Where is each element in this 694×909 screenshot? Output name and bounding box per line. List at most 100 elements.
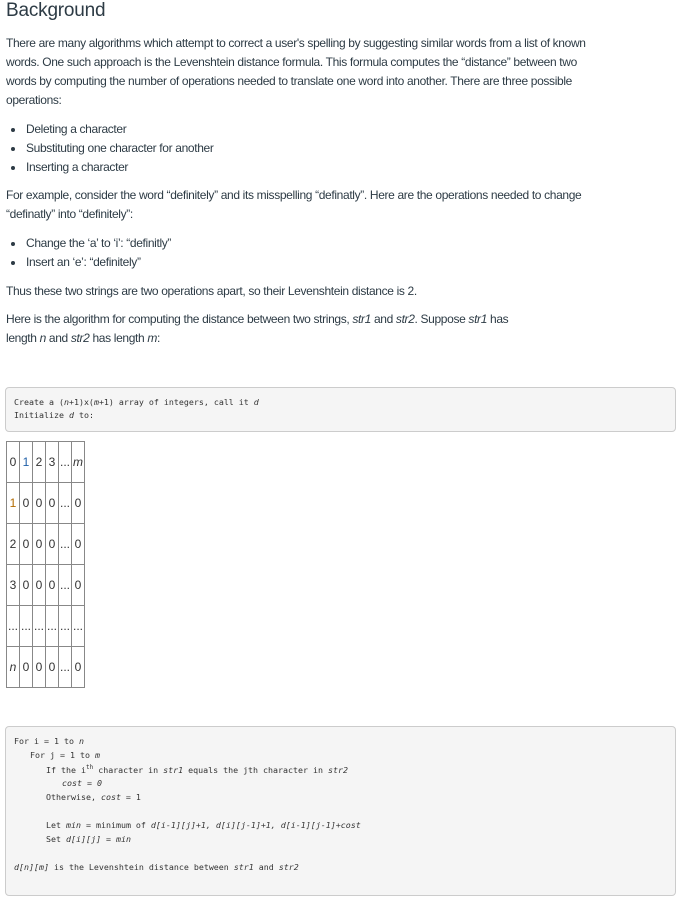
text-segment: cost — [100, 792, 121, 802]
operation-item: Inserting a character — [26, 160, 129, 174]
matrix-cell: 1 — [19, 441, 33, 483]
text-segment: Set — [46, 834, 66, 844]
matrix-row: n 0 0 0... 0 — [6, 646, 85, 688]
matrix-cell: 0 — [71, 564, 85, 606]
text-segment: +1) array of integers, call it — [98, 397, 254, 407]
matrix-cell: 0 — [45, 564, 59, 606]
page-title: Background — [6, 0, 106, 21]
intro-line: There are many algorithms which attempt … — [6, 36, 586, 50]
matrix-cell: m — [71, 441, 85, 483]
matrix-cell: 0 — [32, 482, 46, 524]
text-segment: equals the jth character in — [183, 764, 328, 775]
operation-item: Substituting one character for another — [26, 141, 214, 155]
intro-line: operations: — [6, 93, 62, 107]
code-block-algorithm: For i = 1 to n For j = 1 to m If the ith… — [5, 726, 676, 896]
text-segment: has — [487, 312, 509, 326]
text-segment: cost = 0 — [62, 778, 102, 788]
matrix-cell: ... — [6, 605, 20, 647]
text-segment: = minimum of — [80, 820, 151, 830]
code-block-init: Create a (n+1)x(m+1) array of integers, … — [5, 387, 676, 432]
matrix-cell: 0 — [45, 523, 59, 565]
text-segment: str1 — [352, 312, 371, 326]
text-segment: character in — [93, 764, 164, 775]
text-segment: d — [253, 397, 259, 407]
intro-line: words. One such approach is the Levensht… — [6, 55, 577, 69]
text-segment: length — [6, 331, 40, 345]
init-matrix: 0 1 2 3... m 1 0 0 0... 0 2 0 0 0... 0 3 0 0 0... 0 ....… — [6, 441, 85, 688]
text-segment: . Suppose — [414, 312, 469, 326]
matrix-cell: 0 — [19, 646, 33, 688]
text-segment: Initialize — [14, 410, 69, 420]
matrix-cell: 0 — [19, 482, 33, 524]
bullet-icon — [11, 128, 15, 132]
text-segment: str2 — [395, 312, 415, 326]
matrix-cell: 3 — [6, 564, 20, 606]
matrix-row: .................. — [6, 605, 85, 647]
matrix-row: 1 0 0 0... 0 — [6, 482, 85, 524]
text-segment: If the i — [46, 764, 86, 775]
matrix-cell: 0 — [45, 646, 59, 688]
matrix-cell: 2 — [32, 441, 46, 483]
text-segment: d[i][j] — [65, 834, 101, 844]
matrix-cell: 0 — [32, 523, 46, 565]
matrix-cell: 3 — [45, 441, 59, 483]
text-segment: and — [45, 331, 71, 345]
text-segment: m — [147, 331, 157, 345]
matrix-cell: 0 — [71, 523, 85, 565]
bullet-icon — [11, 261, 15, 265]
text-segment: str1 — [163, 764, 184, 775]
operation-item: Deleting a character — [26, 122, 127, 136]
text-segment: has length — [89, 331, 148, 345]
matrix-cell: 0 — [19, 523, 33, 565]
matrix-row: 2 0 0 0... 0 — [6, 523, 85, 565]
text-segment: = — [100, 834, 116, 844]
intro-line: words by computing the number of operati… — [6, 74, 572, 88]
text-segment: and — [253, 862, 279, 872]
matrix-cell: 2 — [6, 523, 20, 565]
text-segment: str2 — [70, 331, 90, 345]
step-item: Insert an ‘e’: “definitely” — [26, 255, 141, 269]
text-segment: str2 — [327, 764, 348, 775]
matrix-cell: 0 — [45, 482, 59, 524]
text-segment: Here is the algorithm for computing the … — [6, 312, 353, 326]
text-segment: For i = 1 to — [14, 736, 79, 746]
text-segment: to: — [73, 410, 94, 420]
text-segment: str1 — [468, 312, 488, 326]
text-segment: For j = 1 to — [30, 750, 95, 760]
matrix-cell: 0 — [6, 441, 20, 483]
matrix-cell: 0 — [71, 646, 85, 688]
matrix-cell: ... — [71, 605, 85, 647]
text-segment: m — [94, 750, 100, 760]
text-segment: = 1 — [120, 792, 141, 802]
matrix-cell: 0 — [19, 564, 33, 606]
example-line: For example, consider the word “definite… — [6, 188, 582, 202]
matrix-cell: ... — [58, 564, 72, 606]
text-segment: str2 — [278, 862, 299, 872]
text-segment: is the Levenshtein distance between — [48, 862, 234, 872]
matrix-cell: ... — [19, 605, 33, 647]
text-segment: d[n][m] — [14, 862, 49, 872]
bullet-icon — [11, 166, 15, 170]
step-item: Change the ‘a’ to ‘i’: “definitly” — [26, 236, 172, 250]
example-line: “definatly” into “definitely”: — [6, 207, 133, 221]
text-segment: and — [370, 312, 396, 326]
text-segment: n — [78, 736, 84, 746]
matrix-row: 3 0 0 0... 0 — [6, 564, 85, 606]
text-segment: str1 — [233, 862, 254, 872]
text-segment: : — [157, 331, 160, 345]
bullet-icon — [11, 242, 15, 246]
matrix-row: 0 1 2 3... m — [6, 441, 85, 483]
text-segment: d[i-1][j]+1, d[i][j-1]+1, d[i-1][j-1]+co… — [150, 820, 361, 830]
algo-intro-line: length n and str2 has length m: — [6, 331, 160, 345]
bullet-icon — [11, 147, 15, 151]
text-segment: Create a ( — [14, 397, 64, 407]
matrix-cell: 1 — [6, 482, 20, 524]
matrix-cell: 0 — [32, 646, 46, 688]
matrix-cell: 0 — [32, 564, 46, 606]
text-segment: Otherwise, — [46, 792, 101, 802]
matrix-cell: ... — [58, 482, 72, 524]
matrix-cell: ... — [58, 605, 72, 647]
matrix-cell: ... — [45, 605, 59, 647]
text-segment: min — [115, 834, 131, 844]
matrix-cell: ... — [58, 646, 72, 688]
